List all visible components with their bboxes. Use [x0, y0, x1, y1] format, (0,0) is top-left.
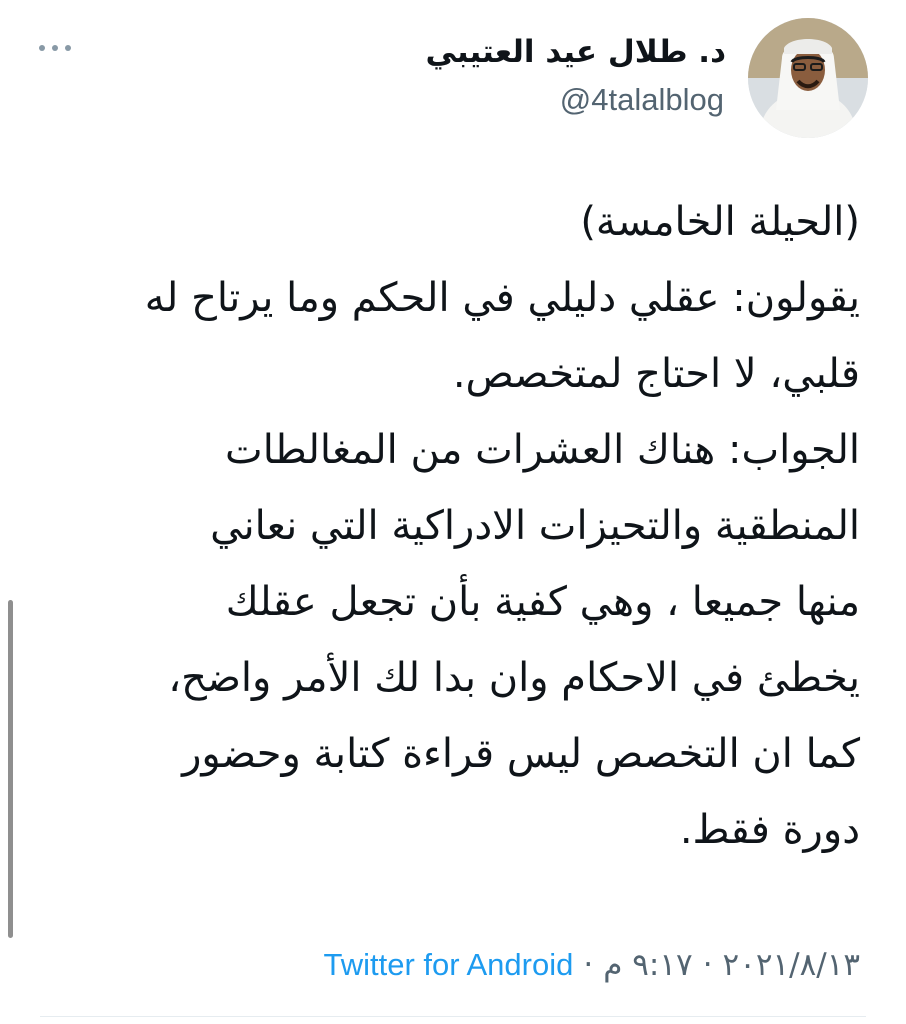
tweet-line: يقولون: عقلي دليلي في الحكم وما يرتاح له [144, 275, 860, 321]
tweet-metadata: Twitter for Android · ٩:١٧ م · ٢٠٢١/٨/١٣ [324, 942, 860, 988]
more-dot [65, 45, 71, 51]
meta-separator: · [702, 947, 713, 983]
user-avatar-icon [748, 18, 868, 138]
tweet-paragraph: الجواب: هناك العشرات من المغالطات المنطق… [60, 412, 860, 868]
avatar[interactable] [748, 18, 868, 138]
meta-separator: · [583, 947, 594, 983]
author-handle[interactable]: @4talalblog [560, 80, 724, 120]
tweet-line: قلبي، لا احتاج لمتخصص. [452, 351, 860, 397]
tweet-time[interactable]: ٩:١٧ م [603, 942, 692, 988]
tweet-line: كما ان التخصص ليس قراءة كتابة وحضور [182, 731, 860, 777]
tweet-line: يخطئ في الاحكام وان بدا لك الأمر واضح، [168, 655, 860, 701]
tweet-text: (الحيلة الخامسة) يقولون: عقلي دليلي في ا… [60, 184, 860, 868]
tweet-line: منها جميعا ، وهي كفية بأن تجعل عقلك [225, 579, 860, 625]
tweet-line: الجواب: هناك العشرات من المغالطات [225, 427, 860, 473]
tweet-date[interactable]: ٢٠٢١/٨/١٣ [723, 942, 860, 988]
tweet-line: (الحيلة الخامسة) [580, 199, 860, 245]
more-dot [52, 45, 58, 51]
more-dot [39, 45, 45, 51]
tweet-detail: د. طلال عيد العتيبي @4talalblog (الحيلة … [0, 0, 906, 1024]
tweet-line: دورة فقط. [679, 807, 860, 853]
tweet-source-link[interactable]: Twitter for Android [324, 942, 574, 988]
author-display-name[interactable]: د. طلال عيد العتيبي [425, 32, 726, 72]
more-options-button[interactable] [30, 36, 80, 60]
divider [40, 1016, 866, 1017]
tweet-paragraph: (الحيلة الخامسة) يقولون: عقلي دليلي في ا… [60, 184, 860, 412]
tweet-line: المنطقية والتحيزات الادراكية التي نعاني [210, 503, 860, 549]
scrollbar-thumb[interactable] [8, 600, 13, 938]
